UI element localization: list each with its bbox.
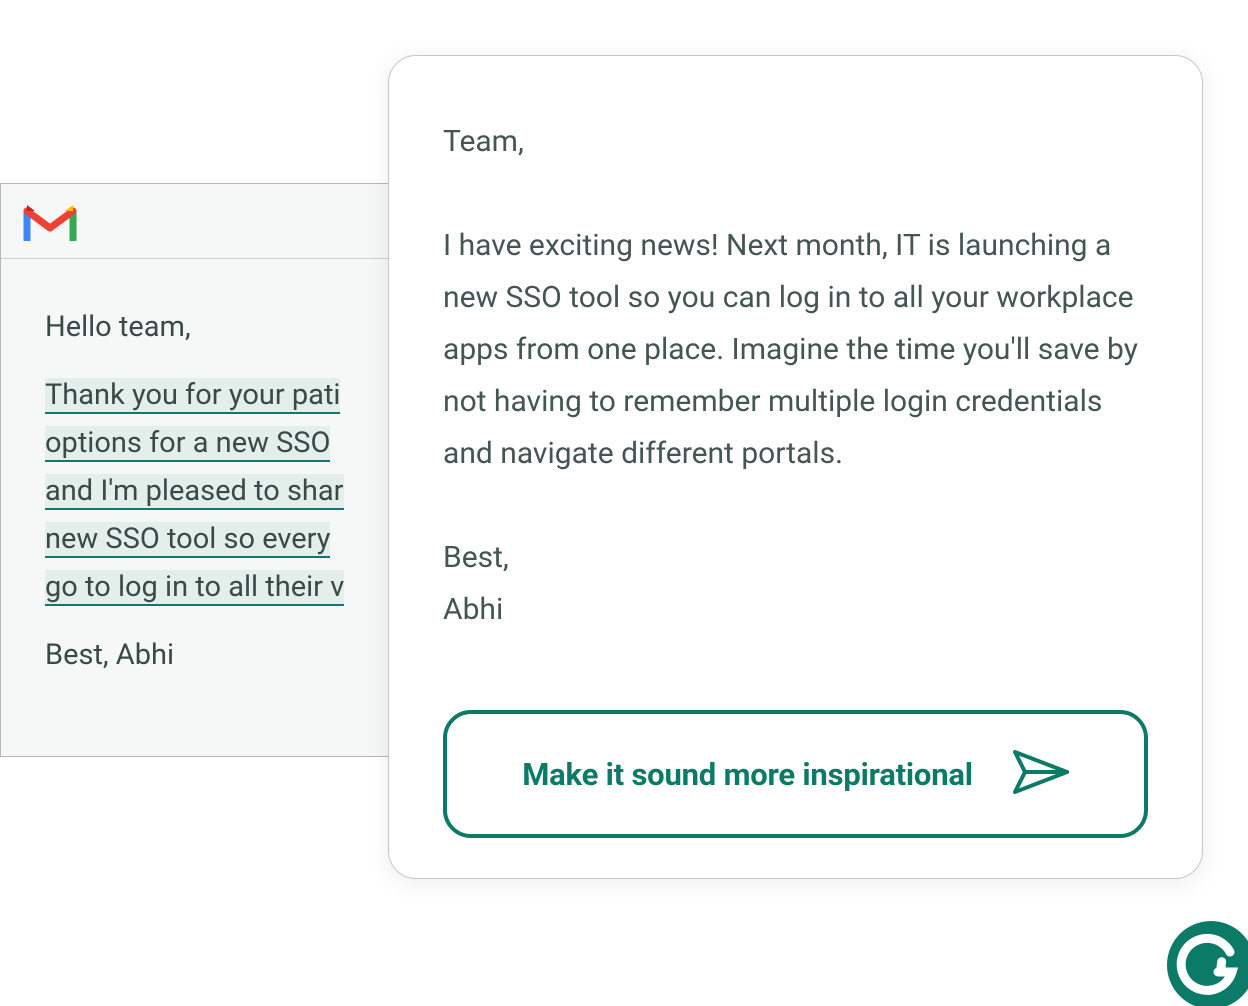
suggestion-greeting: Team,	[443, 116, 1148, 168]
suggestion-text: Team, I have exciting news! Next month, …	[443, 116, 1148, 682]
send-icon	[1013, 750, 1069, 798]
action-button-label: Make it sound more inspirational	[522, 756, 973, 793]
suggestion-body: I have exciting news! Next month, IT is …	[443, 220, 1148, 480]
grammarly-badge-icon[interactable]	[1166, 920, 1248, 1006]
make-inspirational-button[interactable]: Make it sound more inspirational	[443, 710, 1148, 838]
suggestion-signature: Abhi	[443, 584, 1148, 636]
suggestion-closing: Best,	[443, 532, 1148, 584]
gmail-logo-icon	[23, 201, 77, 241]
grammarly-suggestion-card: Team, I have exciting news! Next month, …	[388, 55, 1203, 879]
